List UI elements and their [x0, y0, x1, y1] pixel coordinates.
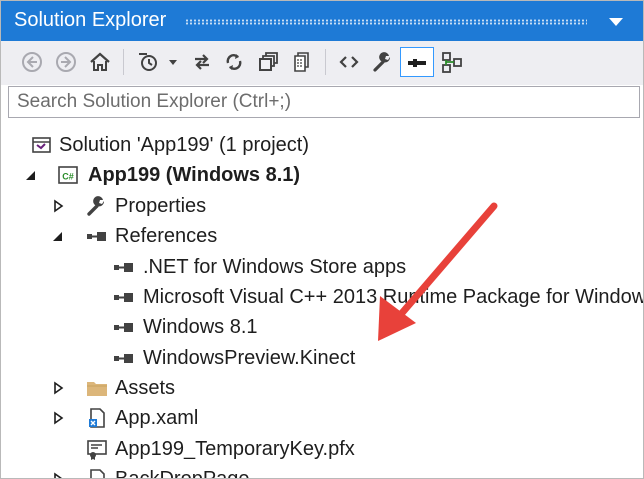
collapsed-arrow-icon[interactable]	[51, 198, 65, 214]
tree-item-solution[interactable]: Solution 'App199' (1 project)	[1, 130, 643, 160]
reference-icon	[114, 263, 133, 272]
preview-selected-items-icon	[408, 59, 426, 67]
references-icon	[87, 232, 106, 241]
tree-item-label: BackDropPage	[115, 468, 250, 479]
tree-item-temporary-key[interactable]: App199_TemporaryKey.pfx	[1, 434, 643, 464]
show-all-files-icon	[294, 52, 309, 72]
show-all-files-button[interactable]	[287, 47, 317, 77]
back-button[interactable]	[17, 47, 47, 77]
tree-item-label: App199_TemporaryKey.pfx	[115, 438, 355, 460]
window-title: Solution Explorer	[14, 9, 167, 31]
refresh-icon	[226, 54, 242, 70]
home-icon	[90, 52, 110, 71]
refresh-button[interactable]	[219, 47, 249, 77]
solution-explorer-window: Solution Explorer Search Solution Explor…	[0, 0, 644, 479]
pending-changes-filter-button[interactable]	[133, 47, 163, 77]
tree-item-label: WindowsPreview.Kinect	[143, 347, 356, 369]
tree-item-label: Solution 'App199' (1 project)	[59, 134, 310, 156]
pending-changes-filter-icon	[139, 53, 157, 71]
tree-item-label: App.xaml	[115, 407, 199, 429]
reference-icon	[114, 354, 133, 363]
collapsed-arrow-icon[interactable]	[51, 410, 65, 426]
folder-icon	[87, 382, 107, 396]
toolbar-separator	[325, 49, 326, 75]
sync-with-document-button[interactable]	[187, 47, 217, 77]
tree-item-label: .NET for Windows Store apps	[143, 256, 407, 278]
tree-item-reference[interactable]: WindowsPreview.Kinect	[1, 343, 643, 373]
reference-icon	[114, 323, 133, 332]
tree-item-reference[interactable]: Microsoft Visual C++ 2013 Runtime Packag…	[1, 282, 643, 312]
tree-item-label: Windows 8.1	[143, 316, 258, 338]
collapse-all-button[interactable]	[253, 47, 283, 77]
properties-icon	[373, 52, 391, 72]
title-bar-grip[interactable]	[185, 19, 587, 25]
toolbar	[1, 41, 643, 85]
solution-icon	[32, 137, 51, 153]
search-input[interactable]	[9, 87, 639, 117]
tree-item-label: Properties	[115, 195, 207, 217]
tree-item-label: Assets	[115, 377, 176, 399]
tree-item-label: App199 (Windows 8.1)	[88, 164, 301, 186]
svg-text:C#: C#	[62, 172, 74, 182]
back-icon	[22, 52, 42, 72]
window-menu-dropdown-icon[interactable]	[604, 12, 628, 32]
tree-item-reference[interactable]: Windows 8.1	[1, 312, 643, 342]
xaml-file-icon	[89, 408, 105, 428]
properties-button[interactable]	[367, 47, 397, 77]
preview-selected-items-button[interactable]	[400, 47, 434, 77]
expanded-arrow-icon[interactable]	[24, 167, 38, 183]
tree-item-references[interactable]: References	[1, 221, 643, 251]
collapse-all-icon	[259, 52, 278, 71]
search-box[interactable]	[8, 86, 640, 118]
expanded-arrow-icon[interactable]	[51, 228, 65, 244]
filter-dropdown-button[interactable]	[165, 47, 181, 77]
tree-item-app-xaml[interactable]: App.xaml	[1, 403, 643, 433]
wrench-icon	[87, 196, 105, 216]
csharp-project-icon: C#	[58, 166, 78, 184]
forward-icon	[56, 52, 76, 72]
tree-item-label: Microsoft Visual C++ 2013 Runtime Packag…	[143, 286, 644, 308]
certificate-file-icon	[87, 440, 107, 460]
dropdown-arrow-icon	[169, 60, 177, 65]
tree-item-properties[interactable]: Properties	[1, 191, 643, 221]
class-diagram-button[interactable]	[437, 47, 467, 77]
sync-with-document-icon	[195, 54, 209, 70]
tree-item-project[interactable]: C# App199 (Windows 8.1)	[1, 160, 643, 190]
tree-item-partial[interactable]: BackDropPage	[1, 464, 643, 479]
tree-item-assets[interactable]: Assets	[1, 373, 643, 403]
view-code-icon	[339, 56, 359, 68]
xaml-file-icon	[90, 469, 105, 478]
class-diagram-icon	[442, 52, 462, 73]
reference-icon	[114, 293, 133, 302]
tree-item-label: References	[115, 225, 218, 247]
collapsed-arrow-icon[interactable]	[51, 471, 65, 479]
title-bar[interactable]: Solution Explorer	[1, 1, 643, 41]
tree-item-reference[interactable]: .NET for Windows Store apps	[1, 252, 643, 282]
collapsed-arrow-icon[interactable]	[51, 380, 65, 396]
toolbar-separator	[123, 49, 124, 75]
home-button[interactable]	[85, 47, 115, 77]
view-code-button[interactable]	[334, 47, 364, 77]
forward-button[interactable]	[51, 47, 81, 77]
